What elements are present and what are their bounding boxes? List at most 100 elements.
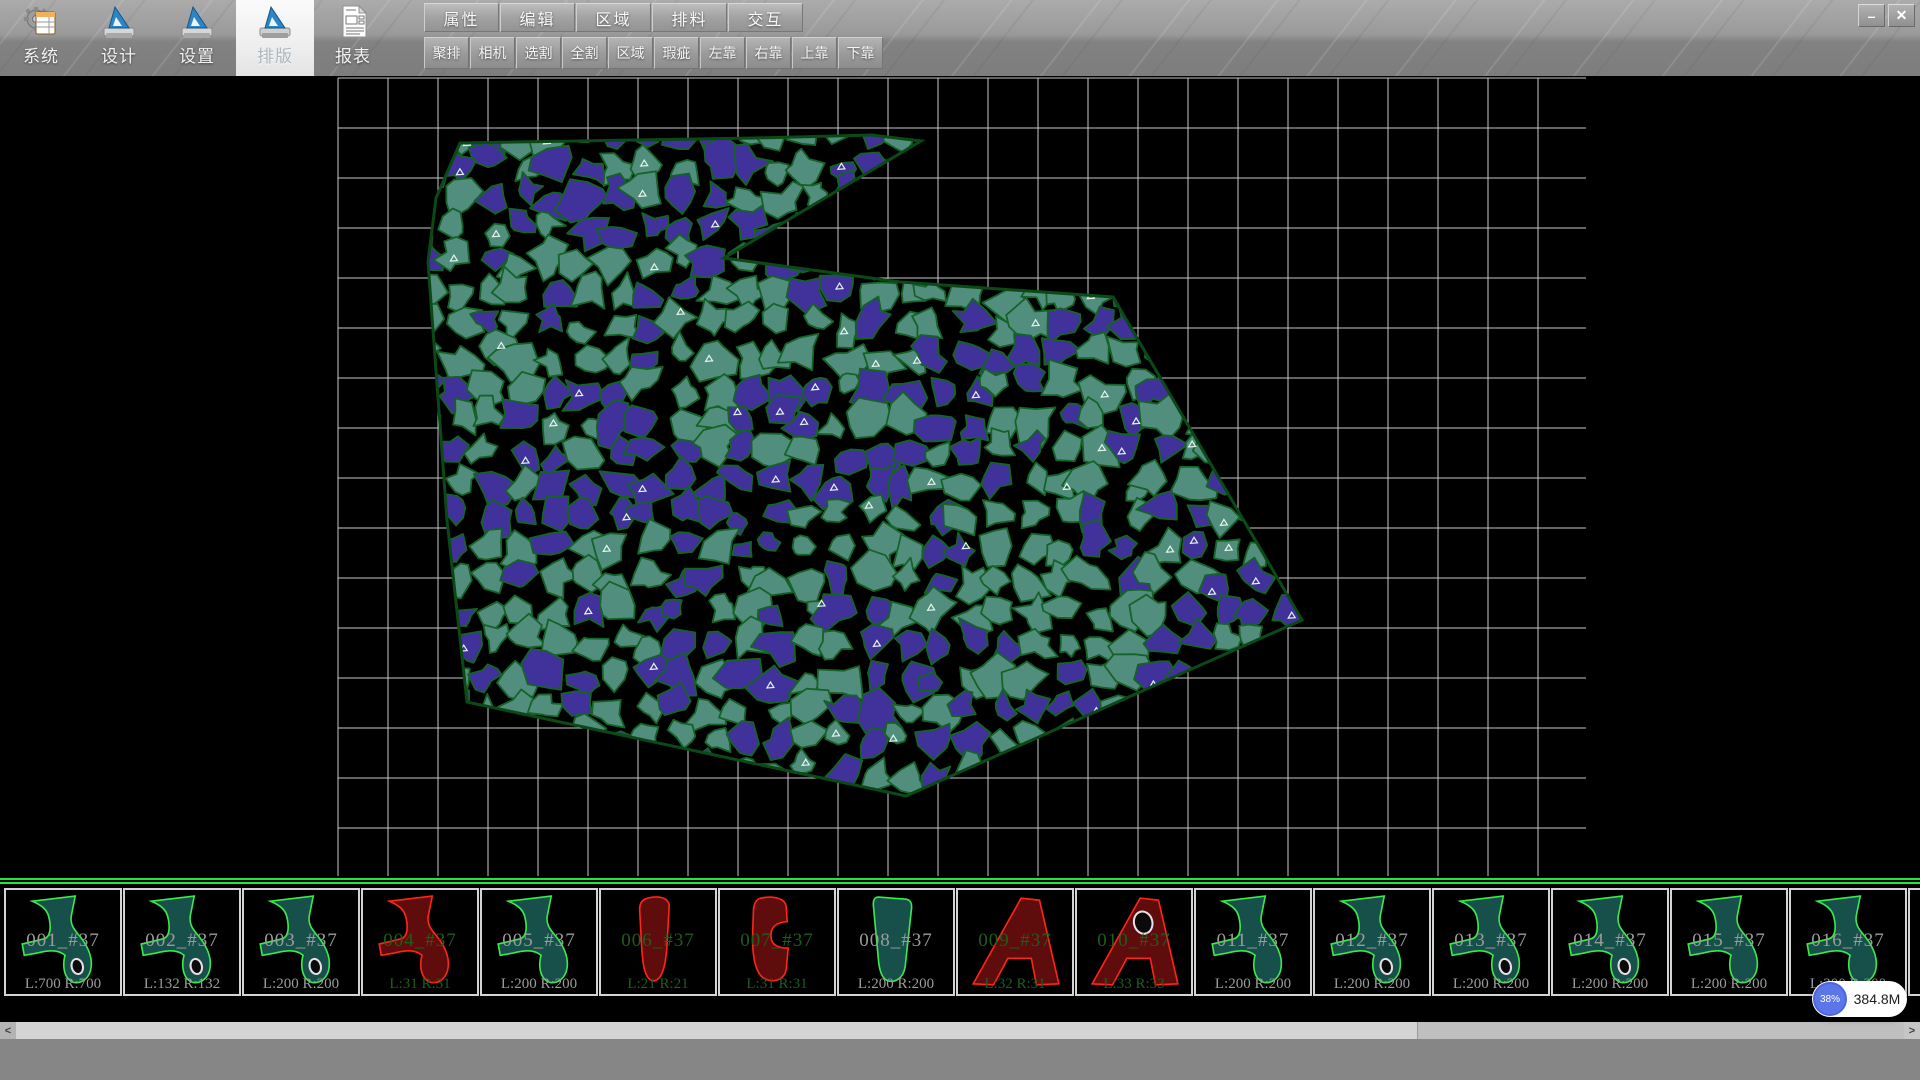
status-footer-bar <box>0 1039 1920 1080</box>
memory-amount-label: 384.8M <box>1847 991 1907 1007</box>
piece-lr-count-label: L:200 R:200 <box>1315 976 1429 993</box>
toolbar-item-5[interactable]: 报表 <box>314 0 392 76</box>
ribbon-button-8[interactable]: 右靠 <box>746 37 791 69</box>
toolbar-item-4[interactable]: 排版 <box>236 0 314 76</box>
piece-lr-count-label: L:31 R:31 <box>720 976 834 993</box>
nesting-ruler-icon <box>257 3 293 41</box>
piece-thumbnail-14[interactable]: 014_#37 L:200 R:200 <box>1551 888 1669 996</box>
design-ruler-icon <box>101 3 137 41</box>
toolbar-item-label: 系统 <box>23 42 59 67</box>
scroll-right-arrow-icon[interactable]: > <box>1904 1022 1920 1039</box>
piece-name-label: 003_#37 <box>244 930 358 952</box>
piece-thumbnail-9[interactable]: 009_#37 L:32 R:31 <box>956 888 1074 996</box>
horizontal-scrollbar[interactable]: < > <box>0 1022 1920 1039</box>
toolbar-item-1[interactable]: 系统 <box>2 0 80 76</box>
piece-name-label: 007_#37 <box>720 930 834 952</box>
memory-usage-pill[interactable]: 38% 384.8M <box>1812 981 1907 1017</box>
ribbon-button-2[interactable]: 相机 <box>470 37 515 69</box>
toolbar-item-label: 报表 <box>335 42 371 67</box>
piece-name-label: 011_#37 <box>1196 930 1310 952</box>
nesting-canvas-svg[interactable] <box>0 76 1920 878</box>
piece-name-label: 017_#37 <box>1910 930 1920 952</box>
piece-thumbnail-panel: 001_#37L:700 R:700002_#37L:132 R:132003_… <box>0 878 1920 1022</box>
piece-name-label: 010_#37 <box>1077 930 1191 952</box>
piece-thumbnail-15[interactable]: 015_#37 L:200 R:200 <box>1670 888 1788 996</box>
piece-name-label: 005_#37 <box>482 930 596 952</box>
piece-thumbnail-8[interactable]: 008_#37 L:200 R:200 <box>837 888 955 996</box>
piece-name-label: 001_#37 <box>6 930 120 952</box>
piece-lr-count-label: L:31 R:31 <box>363 976 477 993</box>
piece-lr-count-label: L:200 R:200 <box>244 976 358 993</box>
memory-percent-badge: 38% <box>1813 982 1847 1016</box>
piece-thumbnail-16[interactable]: 016_#37L:200 R:200 <box>1789 888 1907 996</box>
piece-thumbnail-13[interactable]: 013_#37 L:200 R:200 <box>1432 888 1550 996</box>
panel-top-green-line-2 <box>0 882 1920 884</box>
piece-name-label: 009_#37 <box>958 930 1072 952</box>
piece-lr-count-label: L:21 R:21 <box>601 976 715 993</box>
ribbon-button-6[interactable]: 瑕疵 <box>654 37 699 69</box>
nesting-canvas-area[interactable] <box>0 76 1920 878</box>
piece-thumbnail-3[interactable]: 003_#37 L:200 R:200 <box>242 888 360 996</box>
nested-pieces-layer <box>394 100 1319 800</box>
minimize-button[interactable]: – <box>1858 4 1885 27</box>
ribbon-button-7[interactable]: 左靠 <box>700 37 745 69</box>
close-button[interactable]: ✕ <box>1888 4 1915 27</box>
menu-tab-4[interactable]: 排料 <box>652 3 727 32</box>
piece-thumbnail-4[interactable]: 004_#37 L:31 R:31 <box>361 888 479 996</box>
piece-thumbnail-2[interactable]: 002_#37 L:132 R:132 <box>123 888 241 996</box>
piece-thumbnail-1[interactable]: 001_#37 L:700 R:700 <box>4 888 122 996</box>
piece-lr-count-label: L:200 R:200 <box>1672 976 1786 993</box>
piece-name-label: 004_#37 <box>363 930 477 952</box>
ribbon-button-3[interactable]: 选割 <box>516 37 561 69</box>
piece-thumbnail-12[interactable]: 012_#37 L:200 R:200 <box>1313 888 1431 996</box>
piece-name-label: 013_#37 <box>1434 930 1548 952</box>
piece-thumbnail-11[interactable]: 011_#37 L:200 R:200 <box>1194 888 1312 996</box>
toolbar-item-2[interactable]: 设计 <box>80 0 158 76</box>
piece-thumbnail-6[interactable]: 006_#37L:21 R:21 <box>599 888 717 996</box>
menu-tab-5[interactable]: 交互 <box>728 3 803 32</box>
toolbar-item-3[interactable]: 设置 <box>158 0 236 76</box>
menu-tab-1[interactable]: 属性 <box>424 3 499 32</box>
menu-tab-3[interactable]: 区域 <box>576 3 651 32</box>
piece-name-label: 012_#37 <box>1315 930 1429 952</box>
ribbon-button-10[interactable]: 下靠 <box>838 37 883 69</box>
settings-ruler-icon <box>179 3 215 41</box>
toolbar-item-label: 排版 <box>257 42 293 67</box>
ribbon-button-row: 聚排相机选割全割区域瑕疵左靠右靠上靠下靠 <box>424 37 884 70</box>
piece-thumbnail-17[interactable]: 017_#37 L:200 R:200 <box>1908 888 1920 996</box>
window-controls: – ✕ <box>1858 4 1915 27</box>
piece-thumbnail-list: 001_#37L:700 R:700002_#37L:132 R:132003_… <box>4 888 1920 996</box>
piece-lr-count-label: L:200 R:200 <box>1434 976 1548 993</box>
piece-lr-count-label: L:200 R:200 <box>839 976 953 993</box>
ribbon-button-5[interactable]: 区域 <box>608 37 653 69</box>
piece-name-label: 016_#37 <box>1791 930 1905 952</box>
piece-lr-count-label: L:200 R:200 <box>1910 976 1920 993</box>
menu-tab-row: 属性编辑区域排料交互 <box>424 3 804 33</box>
piece-lr-count-label: L:33 R:33 <box>1077 976 1191 993</box>
ribbon-button-9[interactable]: 上靠 <box>792 37 837 69</box>
ribbon-button-1[interactable]: 聚排 <box>424 37 469 69</box>
menu-tab-2[interactable]: 编辑 <box>500 3 575 32</box>
piece-lr-count-label: L:132 R:132 <box>125 976 239 993</box>
ribbon-button-4[interactable]: 全割 <box>562 37 607 69</box>
panel-top-green-line <box>0 878 1920 880</box>
piece-lr-count-label: L:200 R:200 <box>1553 976 1667 993</box>
piece-thumbnail-10[interactable]: 010_#37 L:33 R:33 <box>1075 888 1193 996</box>
piece-name-label: 015_#37 <box>1672 930 1786 952</box>
piece-thumbnail-7[interactable]: 007_#37 L:31 R:31 <box>718 888 836 996</box>
piece-name-label: 014_#37 <box>1553 930 1667 952</box>
main-toolbar: 系统设计设置排版报表 属性编辑区域排料交互 聚排相机选割全割区域瑕疵左靠右靠上靠… <box>0 0 1920 77</box>
scrollbar-thumb[interactable] <box>16 1022 1418 1039</box>
piece-lr-count-label: L:200 R:200 <box>482 976 596 993</box>
piece-thumbnail-5[interactable]: 005_#37 L:200 R:200 <box>480 888 598 996</box>
scroll-left-arrow-icon[interactable]: < <box>0 1022 16 1039</box>
piece-name-label: 008_#37 <box>839 930 953 952</box>
piece-name-label: 002_#37 <box>125 930 239 952</box>
piece-lr-count-label: L:32 R:31 <box>958 976 1072 993</box>
toolbar-item-label: 设置 <box>179 42 215 67</box>
toolbar-item-label: 设计 <box>101 42 137 67</box>
report-doc-icon <box>335 3 371 41</box>
piece-lr-count-label: L:700 R:700 <box>6 976 120 993</box>
toolbar-icon-group: 系统 设计 设置 排版 报表 <box>2 0 392 76</box>
piece-lr-count-label: L:200 R:200 <box>1196 976 1310 993</box>
